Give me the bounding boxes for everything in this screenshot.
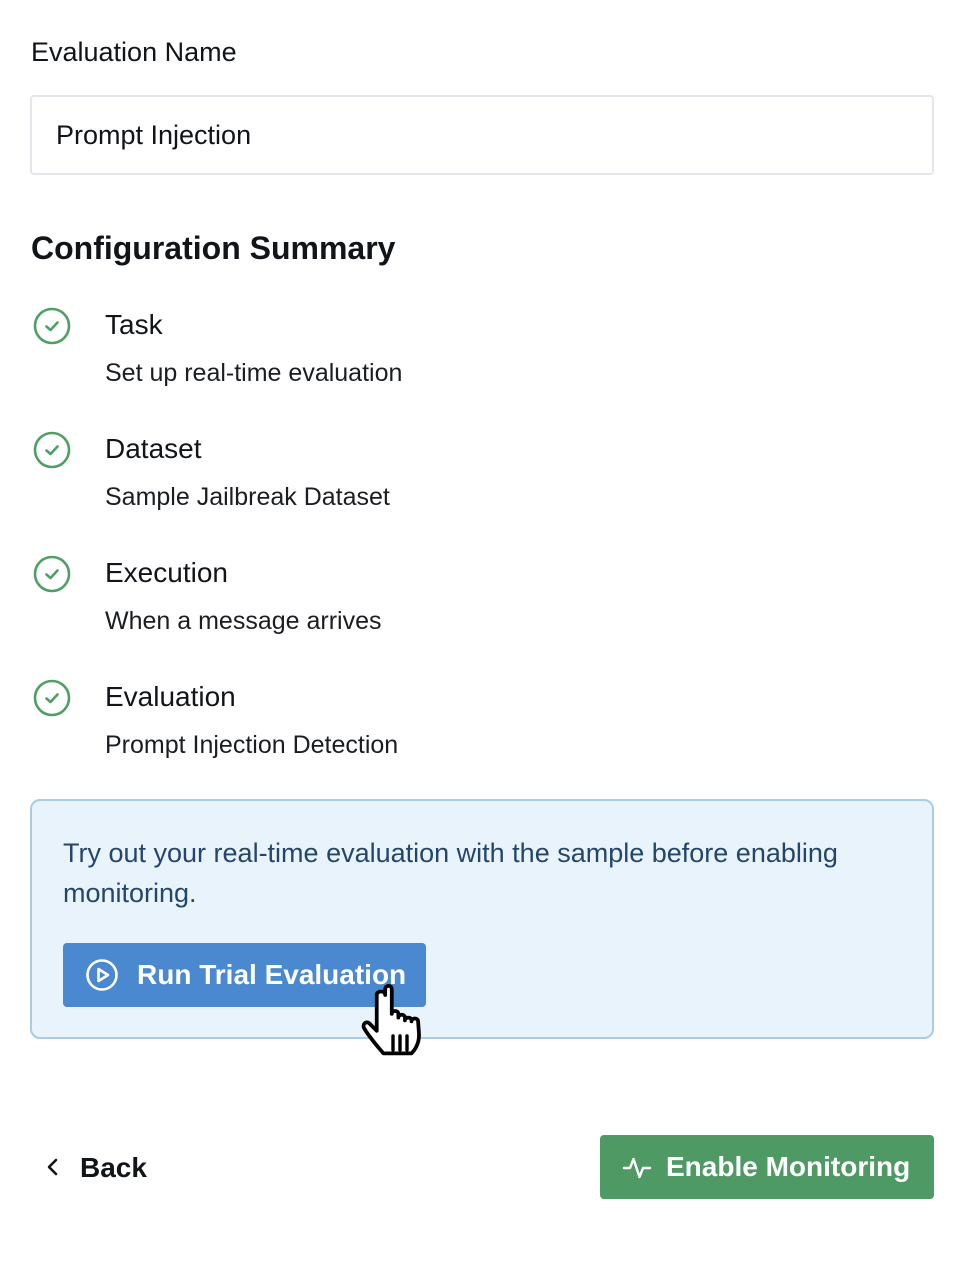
summary-item-title: Execution bbox=[105, 557, 228, 588]
summary-item-dataset: Dataset Sample Jailbreak Dataset bbox=[32, 430, 912, 530]
trial-evaluation-hint: Try out your real-time evaluation with t… bbox=[63, 838, 838, 908]
check-circle-icon bbox=[33, 431, 71, 469]
summary-item-execution: Execution When a message arrives bbox=[32, 554, 912, 654]
summary-item-description: Prompt Injection Detection bbox=[105, 731, 399, 759]
evaluation-name-label: Evaluation Name bbox=[31, 37, 237, 67]
check-circle-icon bbox=[33, 555, 71, 593]
summary-item-evaluation: Evaluation Prompt Injection Detection bbox=[32, 678, 912, 778]
trial-evaluation-panel: Try out your real-time evaluation with t… bbox=[30, 799, 934, 1039]
summary-item-title: Task bbox=[105, 309, 163, 340]
chevron-left-icon bbox=[47, 1158, 58, 1176]
activity-pulse-icon bbox=[622, 1157, 652, 1179]
summary-item-description: Sample Jailbreak Dataset bbox=[105, 483, 390, 511]
configuration-summary-title: Configuration Summary bbox=[31, 230, 396, 266]
run-trial-evaluation-button[interactable]: Run Trial Evaluation bbox=[63, 943, 426, 1007]
enable-monitoring-button[interactable]: Enable Monitoring bbox=[600, 1135, 934, 1199]
summary-item-title: Dataset bbox=[105, 433, 202, 464]
evaluation-name-input[interactable] bbox=[30, 95, 934, 175]
summary-item-description: When a message arrives bbox=[105, 607, 382, 635]
check-circle-icon bbox=[33, 679, 71, 717]
play-circle-icon bbox=[86, 959, 118, 991]
back-button[interactable]: Back bbox=[38, 1140, 178, 1196]
back-label: Back bbox=[80, 1152, 147, 1183]
enable-monitoring-label: Enable Monitoring bbox=[666, 1151, 911, 1182]
summary-item-description: Set up real-time evaluation bbox=[105, 359, 403, 387]
check-circle-icon bbox=[33, 307, 71, 345]
summary-item-task: Task Set up real-time evaluation bbox=[32, 306, 912, 406]
summary-item-title: Evaluation bbox=[105, 681, 236, 712]
run-trial-evaluation-label: Run Trial Evaluation bbox=[137, 959, 407, 990]
